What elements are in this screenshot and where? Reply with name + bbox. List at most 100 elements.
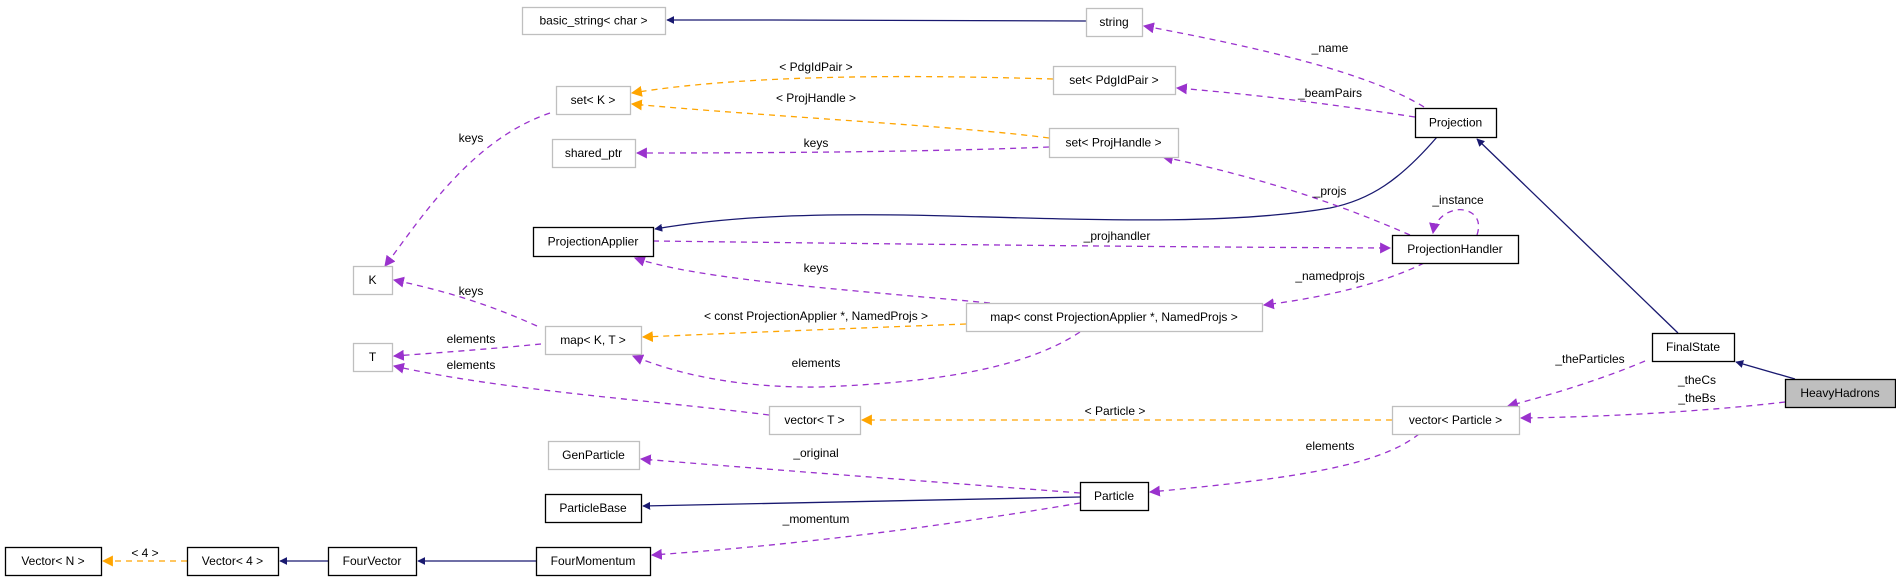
edge-set-proj-to-set-k: < ProjHandle > (630, 91, 1050, 139)
node-label: Vector< N > (21, 554, 84, 568)
node-four-momentum[interactable]: FourMomentum (535, 546, 652, 577)
node-four-vector[interactable]: FourVector (327, 546, 418, 577)
edge-label: keys (804, 261, 829, 275)
edge-label: _name (1311, 41, 1349, 55)
edge-set-pdg-to-set-k: < PdgIdPair > (630, 60, 1054, 97)
edge-label: elements (447, 332, 496, 346)
node-label: vector< Particle > (1409, 413, 1502, 427)
node-particle-base[interactable]: ParticleBase (544, 493, 643, 524)
edge-projection-to-set-pdg: _beamPairs (1175, 83, 1416, 118)
node-final-state[interactable]: FinalState (1651, 332, 1736, 363)
edge-label: elements (1306, 439, 1355, 453)
node-shared-ptr[interactable]: shared_ptr (551, 138, 637, 169)
node-label: string (1099, 15, 1128, 29)
node-t[interactable]: T (352, 342, 394, 373)
edge-label: < 4 > (131, 546, 158, 560)
node-vector-4[interactable]: Vector< 4 > (186, 546, 280, 577)
node-string[interactable]: string (1085, 7, 1144, 38)
edge-label: keys (804, 136, 829, 150)
node-label: basic_string< char > (539, 14, 647, 28)
node-basic-string[interactable]: basic_string< char > (521, 6, 667, 36)
node-label: Projection (1429, 116, 1482, 130)
edge-label: _theCs (1677, 373, 1716, 387)
inheritance-connector (1735, 360, 1796, 380)
edge-proj-handler-to-proj-handler: _instance (1429, 193, 1484, 236)
edge-label: _namedprojs (1294, 269, 1364, 283)
edge-proj-handler-to-map-const: _namedprojs (1262, 262, 1425, 310)
edge-label: keys (459, 131, 484, 145)
node-set-pdg[interactable]: set< PdgIdPair > (1052, 65, 1177, 96)
node-label: map< const ProjectionApplier *, NamedPro… (990, 310, 1237, 324)
node-label: vector< T > (784, 413, 844, 427)
node-proj-handler[interactable]: ProjectionHandler (1391, 234, 1520, 265)
edge-heavy-hadrons-to-vector-particle: _theCs _theBs (1519, 373, 1786, 424)
edge-label: keys (459, 284, 484, 298)
edge-proj-handler-to-set-proj: _projs (1161, 153, 1411, 236)
node-label: Vector< 4 > (202, 554, 263, 568)
node-map-const[interactable]: map< const ProjectionApplier *, NamedPro… (965, 302, 1264, 333)
usage-connector (652, 240, 1392, 254)
edge-label: _theParticles (1554, 352, 1624, 366)
edge-label: _projs (1313, 184, 1347, 198)
node-vector-n[interactable]: Vector< N > (4, 546, 103, 577)
node-heavy-hadrons[interactable]: HeavyHadrons (1784, 378, 1896, 409)
diagram-svg: < PdgIdPair > < ProjHandle > < const Proje… (4, 6, 1896, 577)
node-label: set< K > (571, 93, 616, 107)
inheritance-connector (654, 136, 1438, 232)
usage-connector (1506, 360, 1646, 409)
edge-particle-to-four-momentum: _momentum (650, 502, 1081, 560)
node-label: ParticleBase (559, 501, 627, 515)
edge-map-const-to-proj-applier: keys (633, 255, 991, 304)
edge-particle-to-gen-particle: _original (639, 446, 1081, 494)
node-particle[interactable]: Particle (1079, 481, 1150, 512)
node-label: ProjectionApplier (548, 235, 639, 249)
node-label: GenParticle (562, 448, 625, 462)
node-projection[interactable]: Projection (1414, 107, 1498, 139)
node-label: FourMomentum (551, 554, 636, 568)
edge-proj-applier-to-proj-handler: _projhandler (652, 229, 1392, 254)
usage-connector (1519, 401, 1786, 424)
node-label: set< PdgIdPair > (1069, 73, 1158, 87)
edge-final-state-to-vector-particle: _theParticles (1506, 352, 1646, 409)
node-gen-particle[interactable]: GenParticle (547, 440, 641, 471)
edge-vector-particle-to-vector-t: < Particle > (860, 404, 1392, 426)
edge-label: _beamPairs (1297, 86, 1362, 100)
node-label: shared_ptr (565, 146, 622, 160)
edge-vector-t-to-t: elements (392, 358, 770, 416)
node-label: HeavyHadrons (1800, 386, 1879, 400)
edge-label: < Particle > (1085, 404, 1146, 418)
edge-map-kt-to-k: keys (392, 276, 538, 327)
edge-label: _original (792, 446, 838, 460)
edge-projection-to-string: _name (1142, 22, 1425, 108)
usage-connector (392, 362, 770, 416)
inheritance-connector (666, 16, 1087, 25)
usage-connector (639, 454, 1081, 494)
edge-label: elements (447, 358, 496, 372)
node-k[interactable]: K (352, 265, 394, 296)
node-label: FinalState (1666, 340, 1720, 354)
edge-map-kt-to-t: elements (392, 332, 542, 361)
usage-connector (635, 146, 1050, 159)
node-label: T (369, 350, 377, 364)
node-vector-particle[interactable]: vector< Particle > (1391, 405, 1521, 436)
node-vector-t[interactable]: vector< T > (768, 405, 862, 436)
node-label: Particle (1094, 489, 1134, 503)
usage-connector (1142, 22, 1425, 108)
usage-connector (1148, 433, 1420, 497)
node-set-k[interactable]: set< K > (555, 85, 632, 116)
template-connector (641, 323, 967, 343)
nodes-layer: basic_string< char > string set< K > set< P… (4, 6, 1896, 577)
node-label: map< K, T > (560, 333, 626, 347)
edge-label: < const ProjectionApplier *, NamedProjs … (704, 309, 928, 323)
edge-set-proj-to-shared-ptr: keys (635, 136, 1050, 159)
edge-map-const-to-map-kt: < const ProjectionApplier *, NamedProjs … (641, 309, 967, 343)
edge-set-k-to-k: keys (384, 112, 551, 267)
node-map-kt[interactable]: map< K, T > (544, 325, 643, 356)
usage-connector (631, 331, 1081, 388)
edge-label: elements (792, 356, 841, 370)
node-proj-applier[interactable]: ProjectionApplier (532, 226, 655, 258)
edge-label: _instance (1431, 193, 1484, 207)
node-set-proj[interactable]: set< ProjHandle > (1048, 127, 1180, 159)
template-connector (630, 99, 1050, 139)
edge-map-const-to-map-kt: elements (631, 331, 1081, 388)
